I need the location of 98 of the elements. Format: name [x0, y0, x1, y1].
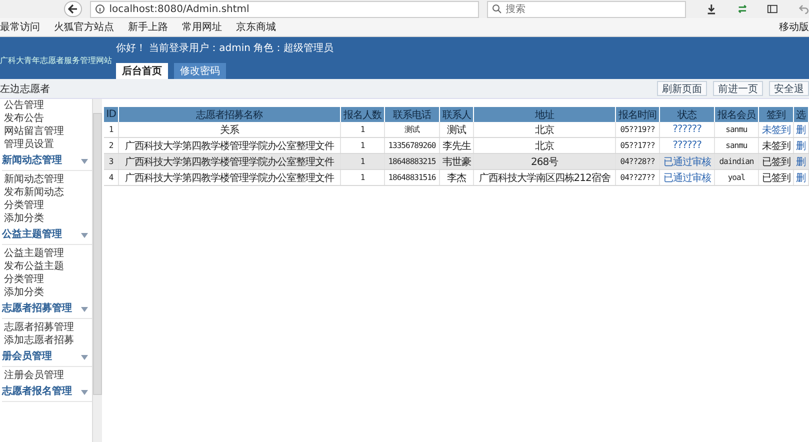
table-cell: 韦世豪: [439, 154, 474, 170]
menu-item[interactable]: 管理员设置: [2, 138, 92, 151]
table-cell: 3: [104, 154, 119, 170]
menu-item[interactable]: 添加分类: [2, 212, 92, 225]
table-cell: 关系: [118, 122, 340, 138]
table-cell: 04??27??: [615, 170, 660, 186]
delete-link[interactable]: 删: [796, 172, 806, 184]
menu-item[interactable]: 发布新闻动态: [2, 186, 92, 199]
download-icon[interactable]: [706, 3, 717, 15]
info-icon: [95, 4, 106, 14]
column-header: 报名人数: [340, 107, 385, 122]
menu-item[interactable]: 新闻动态管理: [2, 173, 92, 186]
column-header: 志愿者招募名称: [118, 107, 340, 122]
table-cell: 268号: [474, 154, 616, 170]
search-field[interactable]: 搜索: [486, 0, 686, 18]
group-title: 志愿者招募管理: [2, 303, 72, 315]
table-cell: 1: [104, 122, 119, 138]
status-link[interactable]: ??????: [672, 124, 702, 135]
column-header: 报名会员: [714, 107, 759, 122]
table-cell: 1: [340, 122, 385, 138]
caret-icon: [81, 232, 88, 238]
table-cell: daindian: [714, 154, 759, 170]
sidebar-icon[interactable]: [767, 3, 778, 15]
sign-in-status: 未签到: [762, 140, 790, 152]
toolbar-button[interactable]: 安全退: [769, 81, 809, 96]
bookmark-link[interactable]: 京东商城: [236, 20, 276, 34]
table-cell: 广西科技大学第四教学楼管理学院办公室整理文件: [118, 170, 340, 186]
menu-item[interactable]: 分类管理: [2, 199, 92, 212]
url-text: localhost:8080/Admin.shtml: [109, 4, 250, 14]
address-bar[interactable]: localhost:8080/Admin.shtml: [90, 0, 479, 18]
menu-item[interactable]: 发布公益主题: [2, 260, 92, 273]
caret-icon: [81, 390, 88, 394]
column-header: 状态: [660, 107, 714, 122]
table-cell: 广西科技大学南区四栋212宿舍: [474, 170, 616, 186]
undo-icon[interactable]: [798, 3, 809, 15]
caret-icon: [81, 354, 88, 360]
site-title: 广科大青年志愿者服务管理网站: [0, 55, 113, 67]
menu-item[interactable]: 分类管理: [2, 273, 92, 286]
toolbar-button[interactable]: 前进一页: [713, 81, 763, 96]
table-cell: 测试: [439, 122, 474, 138]
nav-tab[interactable]: 后台首页: [116, 63, 168, 79]
menu-item[interactable]: 公告管理: [2, 99, 92, 112]
welcome-text: 你好！ 当前登录用户：admin 角色：超级管理员: [116, 42, 334, 55]
bookmark-link[interactable]: 新手上路: [128, 20, 168, 34]
toolbar-button[interactable]: 刷新页面: [657, 81, 707, 96]
column-header: 选: [793, 107, 808, 122]
table-cell: 05??19??: [615, 122, 660, 138]
bookmark-link[interactable]: 最常访问: [0, 20, 40, 34]
group-title: 新闻动态管理: [2, 155, 62, 167]
table-cell: 18648883215: [384, 154, 440, 170]
group-title: 志愿者报名管理: [2, 386, 72, 398]
table-cell: 1: [340, 154, 385, 170]
bookmark-link[interactable]: 火狐官方站点: [54, 20, 114, 34]
table-cell: 李杰: [439, 170, 474, 186]
bookmark-link[interactable]: 常用网址: [182, 20, 222, 34]
group-title: 公益主题管理: [2, 229, 62, 241]
table-cell: yoal: [714, 170, 759, 186]
table-cell: 广西科技大学第四教学楼管理学院办公室整理文件: [118, 154, 340, 170]
menu-item[interactable]: 公益主题管理: [2, 247, 92, 260]
menu-item[interactable]: 添加志愿者招募: [2, 334, 92, 347]
search-icon: [492, 4, 502, 14]
sign-in-status: 已签到: [762, 156, 790, 168]
table-cell: 测试: [384, 122, 440, 138]
group-title: 册会员管理: [2, 351, 52, 363]
menu-item[interactable]: 注册会员管理: [2, 369, 92, 382]
search-input[interactable]: 搜索: [506, 4, 656, 14]
delete-link[interactable]: 删: [796, 140, 806, 152]
sync-arrows-icon[interactable]: [736, 3, 748, 15]
table-cell: 1: [340, 170, 385, 186]
menu-item[interactable]: 发布公告: [2, 112, 92, 125]
caret-icon: [81, 158, 88, 164]
delete-link[interactable]: 删: [796, 124, 806, 136]
back-arrow-icon: [67, 3, 80, 15]
column-header: 地址: [474, 107, 616, 122]
breadcrumb-text: 左边志愿者: [0, 82, 51, 96]
table-cell: 04??28??: [615, 154, 660, 170]
column-header: 联系电话: [384, 107, 440, 122]
menu-item[interactable]: 志愿者招募管理: [2, 321, 92, 334]
sign-in-status[interactable]: 未签到: [762, 124, 790, 136]
table-cell: 4: [104, 170, 119, 186]
menu-item[interactable]: 添加分类: [2, 286, 92, 299]
column-header: ID: [104, 107, 119, 122]
status-link[interactable]: ??????: [672, 140, 702, 151]
scrollbar-thumb[interactable]: [93, 113, 102, 395]
column-header: 签到: [758, 107, 794, 122]
sign-in-status: 已签到: [762, 172, 790, 184]
table-cell: 18648831516: [384, 170, 440, 186]
menu-item[interactable]: 网站留言管理: [2, 125, 92, 138]
status-link[interactable]: 已通过审核: [663, 172, 711, 184]
scrollbar[interactable]: [92, 99, 102, 442]
back-button[interactable]: [64, 1, 82, 17]
table-cell: 北京: [474, 122, 616, 138]
nav-tab[interactable]: 修改密码: [174, 63, 226, 79]
table-cell: sanmu: [714, 122, 759, 138]
caret-icon: [81, 306, 88, 312]
column-header: 联系人: [439, 107, 474, 122]
column-header: 报名时间: [615, 107, 660, 122]
bookmark-link[interactable]: 移动版: [779, 20, 809, 34]
